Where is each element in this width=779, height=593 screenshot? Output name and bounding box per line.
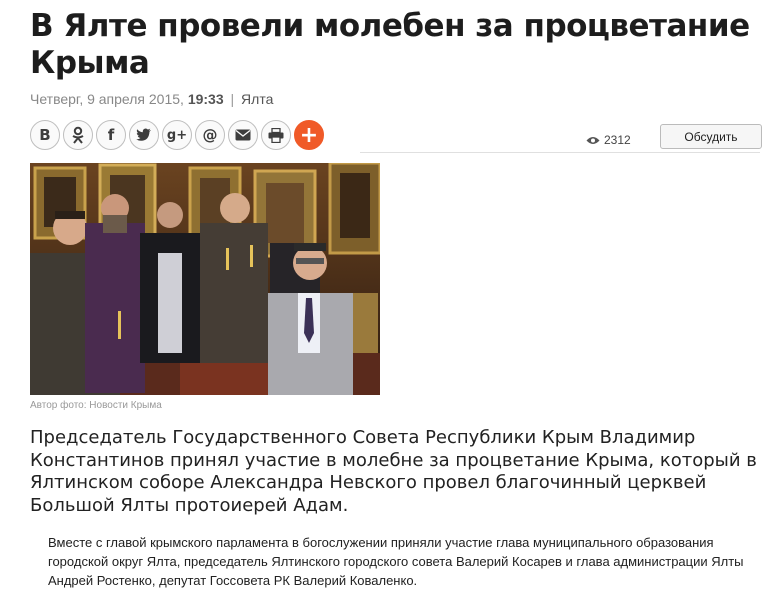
eye-icon — [586, 136, 600, 144]
email-icon[interactable] — [228, 120, 258, 150]
mail-at-glyph: @ — [202, 126, 218, 144]
odnoklassniki-icon[interactable] — [63, 120, 93, 150]
print-glyph — [268, 127, 284, 143]
views-counter: 2312 — [586, 133, 631, 147]
share-bar: В f g+ @ + — [30, 118, 360, 152]
article-time: 19:33 — [187, 91, 224, 107]
article-date: Четверг, 9 апреля 2015, — [30, 91, 184, 107]
views-count: 2312 — [604, 133, 631, 147]
facebook-icon[interactable]: f — [96, 120, 126, 150]
article-meta: Четверг, 9 апреля 2015, 19:33 | Ялта — [30, 91, 273, 107]
print-icon[interactable] — [261, 120, 291, 150]
article-location-link[interactable]: Ялта — [241, 91, 273, 107]
google-plus-glyph: g+ — [166, 127, 188, 143]
photo-caption: Автор фото: Новости Крыма — [30, 400, 162, 411]
article-body: Вместе с главой крымского парламента в б… — [48, 535, 744, 588]
vk-glyph: В — [39, 126, 51, 144]
twitter-icon[interactable] — [129, 120, 159, 150]
meta-separator: | — [230, 91, 235, 107]
article-photo[interactable] — [30, 163, 380, 395]
email-glyph — [235, 129, 251, 141]
discuss-button[interactable]: Обсудить — [660, 124, 762, 149]
more-plus-glyph: + — [299, 122, 319, 148]
article-title: В Ялте провели молебен за процветание Кр… — [30, 8, 750, 81]
mail-at-icon[interactable]: @ — [195, 120, 225, 150]
vk-icon[interactable]: В — [30, 120, 60, 150]
more-plus-icon[interactable]: + — [294, 120, 324, 150]
facebook-glyph: f — [107, 126, 115, 144]
odnoklassniki-glyph — [72, 126, 84, 144]
share-divider — [360, 152, 760, 153]
twitter-glyph — [136, 128, 151, 141]
church-interior-photo — [30, 163, 380, 395]
article-lead: Председатель Государственного Совета Рес… — [30, 427, 757, 516]
google-plus-icon[interactable]: g+ — [162, 120, 192, 150]
